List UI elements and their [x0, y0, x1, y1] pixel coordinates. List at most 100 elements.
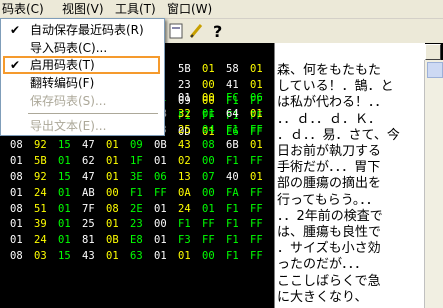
- hex-byte[interactable]: 1F: [130, 154, 143, 170]
- hex-byte[interactable]: FF: [250, 217, 263, 233]
- hex-byte[interactable]: FF: [250, 202, 263, 218]
- hex-byte[interactable]: 00: [154, 217, 167, 233]
- hex-byte[interactable]: 2E: [130, 202, 143, 218]
- hex-byte[interactable]: 0B: [106, 233, 119, 249]
- pencil-icon[interactable]: [186, 21, 206, 41]
- hex-byte[interactable]: 23: [130, 217, 143, 233]
- hex-byte[interactable]: FF: [250, 154, 263, 170]
- hex-byte[interactable]: 00: [202, 91, 215, 107]
- hex-byte[interactable]: 08: [10, 249, 23, 265]
- menu-tools[interactable]: 工具(T): [115, 1, 156, 17]
- hex-byte[interactable]: 6B: [226, 138, 239, 154]
- hex-byte[interactable]: 01: [10, 186, 23, 202]
- hex-byte[interactable]: FF: [250, 249, 263, 265]
- hex-byte[interactable]: 24: [34, 233, 47, 249]
- hex-byte[interactable]: 08: [10, 202, 23, 218]
- scroll-up-button[interactable]: [427, 62, 443, 78]
- hex-byte[interactable]: E8: [130, 233, 143, 249]
- hex-byte[interactable]: FF: [154, 186, 167, 202]
- hex-byte[interactable]: 13: [178, 170, 191, 186]
- hex-byte[interactable]: 00: [202, 154, 215, 170]
- hex-byte[interactable]: 01: [58, 233, 71, 249]
- hex-byte[interactable]: 01: [58, 217, 71, 233]
- hex-byte[interactable]: 02: [178, 154, 191, 170]
- hex-byte[interactable]: 01: [154, 249, 167, 265]
- hex-byte[interactable]: 15: [58, 249, 71, 265]
- hex-byte[interactable]: 01: [106, 249, 119, 265]
- hex-byte[interactable]: 3E: [130, 170, 143, 186]
- hex-byte[interactable]: 0B: [154, 138, 167, 154]
- hex-byte[interactable]: 06: [154, 170, 167, 186]
- menu-view[interactable]: 视图(V): [62, 1, 104, 17]
- hex-byte[interactable]: 32: [178, 107, 191, 123]
- hex-byte[interactable]: 7F: [82, 202, 95, 218]
- hex-byte[interactable]: FF: [202, 217, 215, 233]
- hex-byte[interactable]: 47: [82, 170, 95, 186]
- hex-byte[interactable]: 24: [178, 202, 191, 218]
- hex-byte[interactable]: F1: [226, 154, 239, 170]
- hex-byte[interactable]: 01: [250, 107, 263, 123]
- hex-byte[interactable]: F1: [130, 186, 143, 202]
- hex-byte[interactable]: 01: [58, 202, 71, 218]
- hex-byte[interactable]: 01: [10, 217, 23, 233]
- hex-byte[interactable]: 00: [202, 249, 215, 265]
- text-view[interactable]: 森、何をもたもた している！．鵠．と は私が代わる！．． ．．ｄ．．ｄ．Ｋ． ．ｄ．．易…: [274, 43, 425, 308]
- find-icon[interactable]: [166, 21, 186, 41]
- hex-byte[interactable]: 01: [10, 154, 23, 170]
- hex-byte[interactable]: 08: [202, 138, 215, 154]
- hex-byte[interactable]: 07: [202, 170, 215, 186]
- hex-byte[interactable]: 01: [58, 154, 71, 170]
- hex-byte[interactable]: 01: [154, 154, 167, 170]
- hex-byte[interactable]: F1: [178, 217, 191, 233]
- menu-code-table[interactable]: 码表(C): [2, 1, 44, 17]
- hex-byte[interactable]: 15: [58, 138, 71, 154]
- hex-byte[interactable]: 5B: [34, 154, 47, 170]
- close-button[interactable]: [425, 44, 441, 60]
- hex-byte[interactable]: 39: [34, 217, 47, 233]
- hex-byte[interactable]: FF: [250, 233, 263, 249]
- hex-byte[interactable]: 64: [226, 107, 239, 123]
- hex-byte[interactable]: 15: [58, 170, 71, 186]
- hex-byte[interactable]: 06: [250, 91, 263, 107]
- hex-byte[interactable]: F1: [226, 233, 239, 249]
- hex-byte[interactable]: 08: [10, 138, 23, 154]
- hex-byte[interactable]: FA: [226, 186, 239, 202]
- hex-byte[interactable]: 25: [82, 217, 95, 233]
- menu-window[interactable]: 窗口(W): [167, 1, 212, 17]
- hex-byte[interactable]: FF: [250, 186, 263, 202]
- help-icon[interactable]: ?: [208, 21, 228, 41]
- hex-byte[interactable]: FF: [202, 233, 215, 249]
- hex-byte[interactable]: FF: [250, 123, 263, 139]
- hex-byte[interactable]: 01: [178, 91, 191, 107]
- hex-byte[interactable]: 01: [250, 170, 263, 186]
- hex-byte[interactable]: 01: [202, 62, 215, 78]
- hex-byte[interactable]: F3: [178, 233, 191, 249]
- hex-byte[interactable]: 51: [34, 202, 47, 218]
- menu-item-autosave[interactable]: ✔ 自动保存最近码表(R): [1, 21, 162, 39]
- hex-byte[interactable]: 40: [226, 170, 239, 186]
- hex-byte[interactable]: 08: [106, 202, 119, 218]
- hex-byte[interactable]: FC: [226, 91, 239, 107]
- hex-byte[interactable]: 92: [34, 138, 47, 154]
- hex-byte[interactable]: 47: [82, 138, 95, 154]
- hex-byte[interactable]: 01: [106, 154, 119, 170]
- hex-byte[interactable]: F1: [226, 202, 239, 218]
- hex-byte[interactable]: F1: [226, 249, 239, 265]
- hex-byte[interactable]: 62: [82, 154, 95, 170]
- menu-item-import[interactable]: 导入码表(C)...: [1, 39, 162, 57]
- hex-byte[interactable]: 08: [10, 170, 23, 186]
- hex-byte[interactable]: 01: [250, 138, 263, 154]
- hex-byte[interactable]: 01: [106, 170, 119, 186]
- hex-byte[interactable]: 01: [202, 107, 215, 123]
- hex-byte[interactable]: 01: [106, 138, 119, 154]
- hex-byte[interactable]: 0A: [178, 186, 191, 202]
- menu-item-enable[interactable]: ✔ 启用码表(T): [3, 56, 160, 74]
- menu-item-flip[interactable]: 翻转编码(F): [1, 74, 162, 92]
- hex-byte[interactable]: 01: [10, 233, 23, 249]
- hex-byte[interactable]: 24: [34, 186, 47, 202]
- hex-byte[interactable]: 25: [178, 123, 191, 139]
- hex-byte[interactable]: 81: [82, 233, 95, 249]
- hex-byte[interactable]: 43: [178, 138, 191, 154]
- hex-byte[interactable]: 01: [250, 62, 263, 78]
- vertical-scrollbar[interactable]: [424, 60, 443, 308]
